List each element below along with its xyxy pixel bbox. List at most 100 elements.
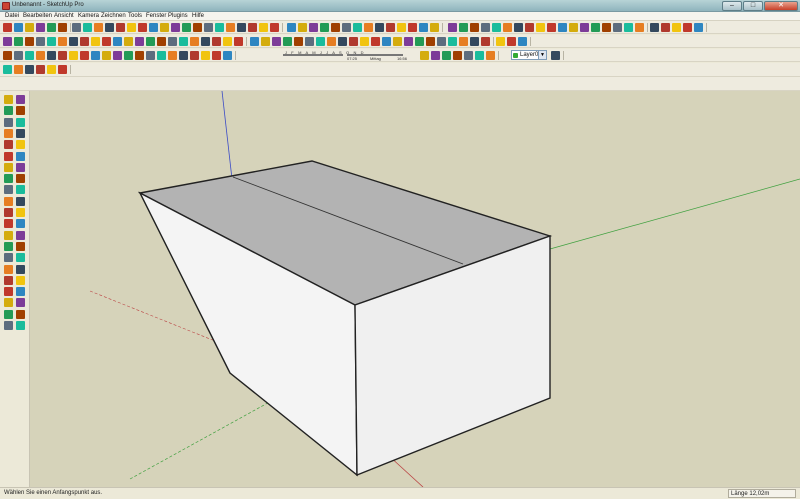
toolbar-tool-icon[interactable] bbox=[525, 23, 534, 32]
toolbar-tool-icon[interactable] bbox=[3, 37, 12, 46]
sidebar-tool-icon[interactable] bbox=[4, 208, 13, 217]
toolbar-tool-icon[interactable] bbox=[349, 37, 358, 46]
minimize-button[interactable]: ‒ bbox=[722, 1, 742, 11]
toolbar-tool-icon[interactable] bbox=[72, 23, 81, 32]
toolbar-tool-icon[interactable] bbox=[113, 51, 122, 60]
toolbar-tool-icon[interactable] bbox=[3, 51, 12, 60]
menu-plugins[interactable]: Plugins bbox=[168, 13, 188, 19]
sidebar-tool-icon[interactable] bbox=[16, 162, 25, 172]
toolbar-tool-icon[interactable] bbox=[25, 23, 34, 32]
sidebar-tool-icon[interactable] bbox=[4, 298, 13, 308]
toolbar-tool-icon[interactable] bbox=[179, 51, 188, 60]
toolbar-tool-icon[interactable] bbox=[371, 37, 380, 46]
toolbar-tool-icon[interactable] bbox=[481, 23, 490, 32]
toolbar-tool-icon[interactable] bbox=[486, 51, 495, 60]
toolbar-tool-icon[interactable] bbox=[635, 23, 644, 32]
toolbar-tool-icon[interactable] bbox=[47, 51, 56, 60]
sidebar-tool-icon[interactable] bbox=[4, 117, 13, 127]
measurements-box[interactable]: Länge 12,02m bbox=[728, 489, 796, 498]
toolbar-tool-icon[interactable] bbox=[430, 23, 439, 32]
sidebar-tool-icon[interactable] bbox=[16, 275, 25, 285]
toolbar-tool-icon[interactable] bbox=[212, 37, 221, 46]
toolbar-tool-icon[interactable] bbox=[157, 51, 166, 60]
toolbar-tool-icon[interactable] bbox=[613, 23, 622, 32]
model-viewport[interactable] bbox=[30, 91, 800, 487]
toolbar-tool-icon[interactable] bbox=[650, 23, 659, 32]
sidebar-tool-icon[interactable] bbox=[4, 196, 13, 206]
layer-select[interactable]: Layer0 ▼ bbox=[511, 50, 547, 60]
toolbar-tool-icon[interactable] bbox=[80, 37, 89, 46]
toolbar-tool-icon[interactable] bbox=[179, 37, 188, 46]
sidebar-tool-icon[interactable] bbox=[4, 309, 13, 319]
sidebar-tool-icon[interactable] bbox=[4, 185, 13, 195]
toolbar-tool-icon[interactable] bbox=[171, 23, 180, 32]
toolbar-tool-icon[interactable] bbox=[234, 37, 243, 46]
toolbar-tool-icon[interactable] bbox=[419, 23, 428, 32]
sidebar-tool-icon[interactable] bbox=[16, 208, 25, 217]
toolbar-tool-icon[interactable] bbox=[25, 65, 34, 74]
toolbar-tool-icon[interactable] bbox=[36, 51, 45, 60]
toolbar-tool-icon[interactable] bbox=[91, 37, 100, 46]
toolbar-tool-icon[interactable] bbox=[14, 65, 23, 74]
toolbar-tool-icon[interactable] bbox=[47, 23, 56, 32]
sidebar-tool-icon[interactable] bbox=[4, 106, 13, 116]
toolbar-tool-icon[interactable] bbox=[448, 37, 457, 46]
sidebar-tool-icon[interactable] bbox=[4, 321, 13, 330]
toolbar-tool-icon[interactable] bbox=[182, 23, 191, 32]
toolbar-tool-icon[interactable] bbox=[157, 37, 166, 46]
toolbar-tool-icon[interactable] bbox=[514, 23, 523, 32]
toolbar-tool-icon[interactable] bbox=[316, 37, 325, 46]
toolbar-tool-icon[interactable] bbox=[14, 37, 23, 46]
toolbar-tool-icon[interactable] bbox=[58, 51, 67, 60]
toolbar-tool-icon[interactable] bbox=[397, 23, 406, 32]
toolbar-tool-icon[interactable] bbox=[624, 23, 633, 32]
maximize-button[interactable]: □ bbox=[743, 1, 763, 11]
toolbar-tool-icon[interactable] bbox=[694, 23, 703, 32]
toolbar-tool-icon[interactable] bbox=[481, 37, 490, 46]
toolbar-tool-icon[interactable] bbox=[201, 37, 210, 46]
toolbar-tool-icon[interactable] bbox=[127, 23, 136, 32]
toolbar-tool-icon[interactable] bbox=[113, 37, 122, 46]
toolbar-tool-icon[interactable] bbox=[250, 37, 259, 46]
toolbar-tool-icon[interactable] bbox=[190, 37, 199, 46]
toolbar-tool-icon[interactable] bbox=[58, 37, 67, 46]
toolbar-tool-icon[interactable] bbox=[408, 23, 417, 32]
scene-canvas[interactable] bbox=[30, 91, 800, 487]
toolbar-tool-icon[interactable] bbox=[69, 37, 78, 46]
toolbar-tool-icon[interactable] bbox=[386, 23, 395, 32]
toolbar-tool-icon[interactable] bbox=[193, 23, 202, 32]
toolbar-tool-icon[interactable] bbox=[25, 51, 34, 60]
toolbar-tool-icon[interactable] bbox=[248, 23, 257, 32]
toolbar-tool-icon[interactable] bbox=[503, 23, 512, 32]
sidebar-tool-icon[interactable] bbox=[16, 241, 25, 251]
toolbar-tool-icon[interactable] bbox=[223, 37, 232, 46]
toolbar-tool-icon[interactable] bbox=[91, 51, 100, 60]
chevron-down-icon[interactable]: ▼ bbox=[538, 51, 546, 59]
toolbar-tool-icon[interactable] bbox=[204, 23, 213, 32]
sidebar-tool-icon[interactable] bbox=[16, 321, 25, 330]
toolbar-tool-icon[interactable] bbox=[320, 23, 329, 32]
toolbar-tool-icon[interactable] bbox=[327, 37, 336, 46]
toolbar-tool-icon[interactable] bbox=[442, 51, 451, 60]
toolbar-tool-icon[interactable] bbox=[338, 37, 347, 46]
toolbar-tool-icon[interactable] bbox=[298, 23, 307, 32]
toolbar-tool-icon[interactable] bbox=[36, 23, 45, 32]
toolbar-tool-icon[interactable] bbox=[58, 65, 67, 74]
toolbar-tool-icon[interactable] bbox=[602, 23, 611, 32]
toolbar-tool-icon[interactable] bbox=[683, 23, 692, 32]
toolbar-tool-icon[interactable] bbox=[149, 23, 158, 32]
sidebar-tool-icon[interactable] bbox=[16, 106, 25, 116]
toolbar-tool-icon[interactable] bbox=[25, 37, 34, 46]
sidebar-tool-icon[interactable] bbox=[16, 230, 25, 240]
toolbar-tool-icon[interactable] bbox=[146, 37, 155, 46]
sidebar-tool-icon[interactable] bbox=[16, 298, 25, 308]
toolbar-tool-icon[interactable] bbox=[453, 51, 462, 60]
toolbar-tool-icon[interactable] bbox=[146, 51, 155, 60]
sidebar-tool-icon[interactable] bbox=[4, 219, 13, 229]
toolbar-tool-icon[interactable] bbox=[382, 37, 391, 46]
toolbar-tool-icon[interactable] bbox=[437, 37, 446, 46]
toolbar-tool-icon[interactable] bbox=[3, 65, 12, 74]
toolbar-tool-icon[interactable] bbox=[420, 51, 429, 60]
toolbar-tool-icon[interactable] bbox=[353, 23, 362, 32]
toolbar-tool-icon[interactable] bbox=[105, 23, 114, 32]
